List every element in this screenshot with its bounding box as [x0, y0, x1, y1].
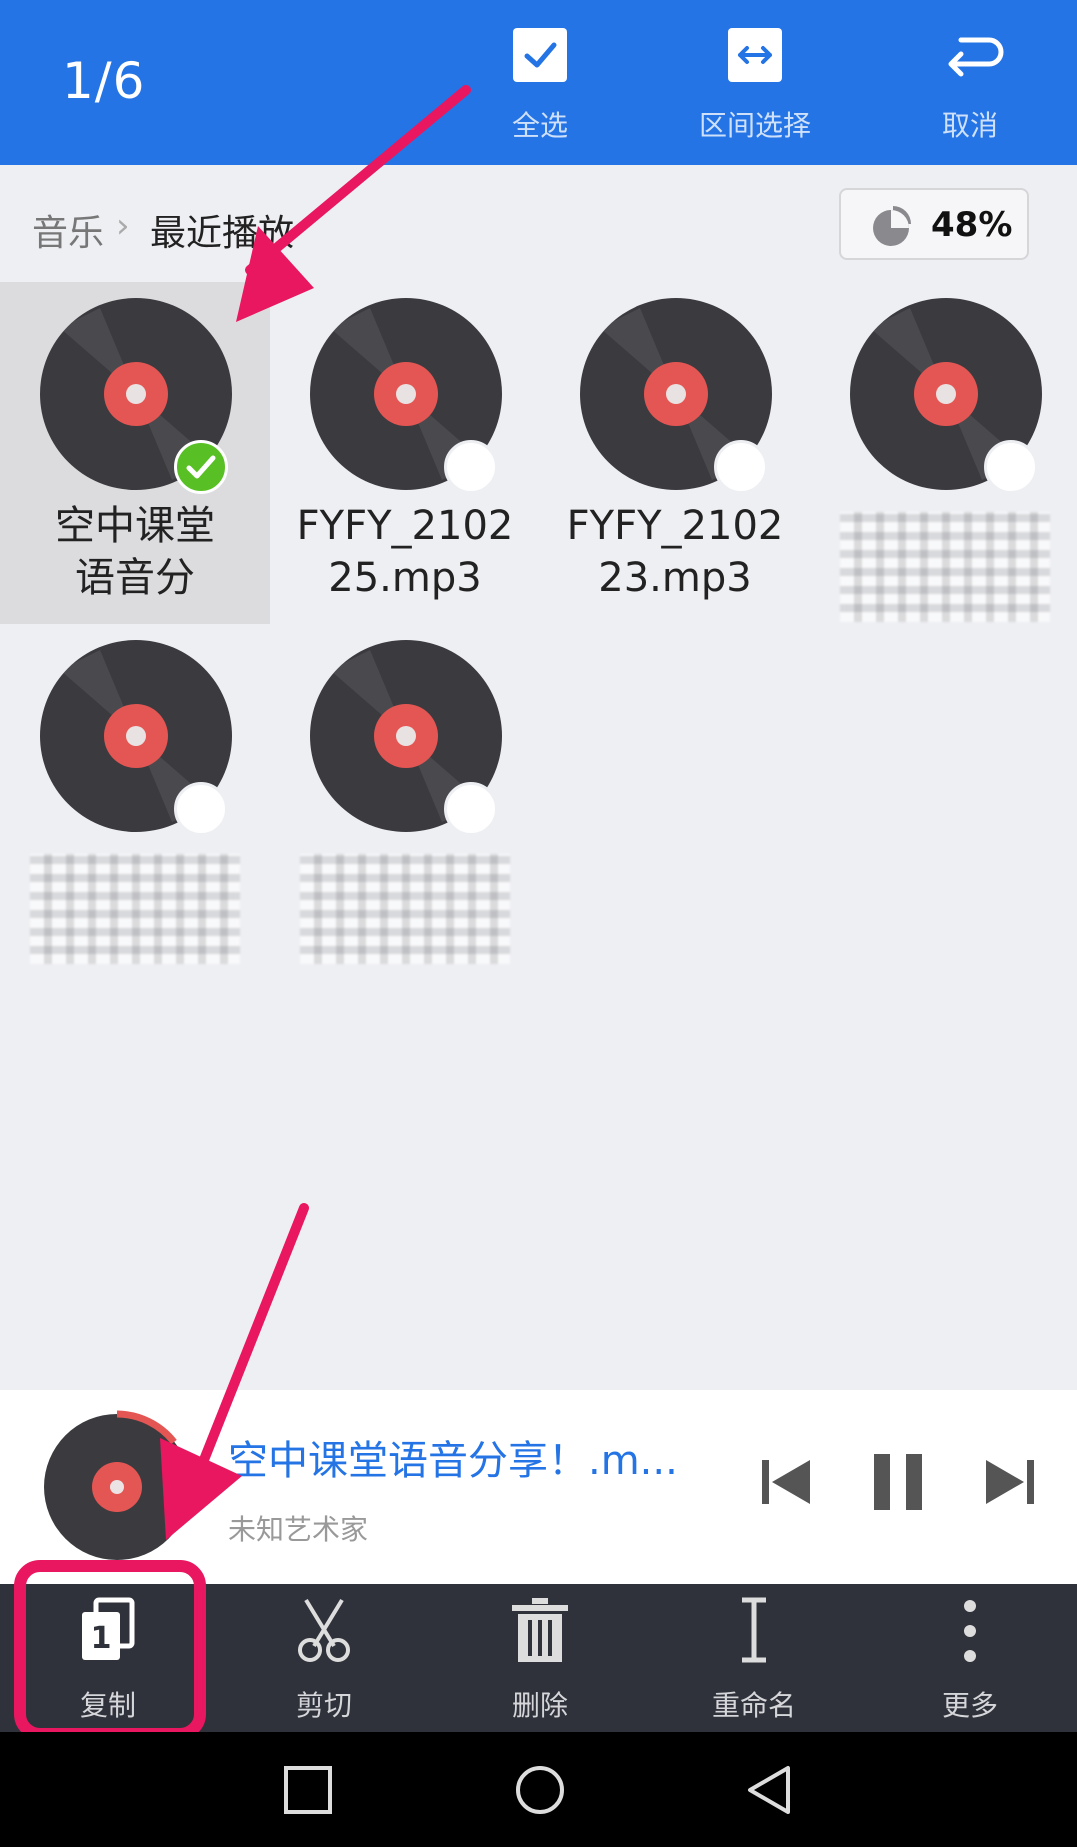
undo-arrow-icon — [943, 28, 1004, 82]
selection-counter: 1/6 — [62, 52, 146, 110]
file-item[interactable] — [810, 282, 1077, 624]
pixelated-file-name — [840, 512, 1050, 622]
now-playing-title: 空中课堂语音分享！.m... — [228, 1438, 678, 1484]
pixelated-file-name — [300, 854, 510, 964]
unchecked-circle-icon[interactable] — [444, 782, 498, 836]
range-select-label: 区间选择 — [698, 109, 811, 142]
cut-label: 剪切 — [295, 1689, 352, 1722]
unchecked-circle-icon[interactable] — [984, 440, 1038, 494]
more-label: 更多 — [941, 1689, 998, 1722]
checked-icon[interactable] — [174, 440, 228, 494]
unchecked-circle-icon[interactable] — [714, 440, 768, 494]
unchecked-circle-icon[interactable] — [444, 440, 498, 494]
trash-icon — [512, 1598, 568, 1662]
recent-apps-icon[interactable] — [276, 1758, 340, 1822]
cut-button[interactable]: 剪切 — [224, 1584, 424, 1732]
breadcrumb-current: 最近播放 — [150, 213, 295, 254]
file-name: FYFY_2102 25.mp3 — [296, 503, 514, 601]
pie-chart-icon — [873, 206, 911, 246]
text-cursor-icon — [742, 1597, 766, 1663]
system-nav-bar — [0, 1732, 1077, 1847]
select-all-label: 全选 — [511, 109, 568, 142]
file-item[interactable]: 空中课堂 语音分 — [0, 282, 270, 624]
next-track-icon[interactable] — [980, 1452, 1040, 1512]
file-name: 空中课堂 语音分 — [55, 503, 215, 601]
rename-button[interactable]: 重命名 — [654, 1584, 854, 1732]
delete-button[interactable]: 删除 — [440, 1584, 640, 1732]
range-arrows-icon — [728, 28, 782, 82]
annotation-highlight-box — [14, 1560, 206, 1740]
select-all-button[interactable]: 全选 — [455, 0, 625, 165]
storage-usage-badge[interactable]: 48% — [839, 188, 1029, 260]
file-item[interactable] — [0, 624, 270, 966]
pause-icon[interactable] — [868, 1452, 928, 1512]
playback-progress-ring — [116, 1410, 177, 1445]
rename-label: 重命名 — [711, 1689, 796, 1722]
more-button[interactable]: 更多 — [870, 1584, 1070, 1732]
cancel-label: 取消 — [941, 109, 998, 142]
file-item[interactable]: FYFY_2102 23.mp3 — [540, 282, 810, 624]
breadcrumb-root[interactable]: 音乐 — [32, 204, 104, 256]
delete-label: 删除 — [511, 1689, 568, 1722]
now-playing-artist: 未知艺术家 — [228, 1513, 369, 1546]
now-playing-bar[interactable]: 空中课堂语音分享！.m... 未知艺术家 — [0, 1390, 1077, 1584]
back-icon[interactable] — [736, 1758, 800, 1822]
range-select-button[interactable]: 区间选择 — [670, 0, 840, 165]
file-name: FYFY_2102 23.mp3 — [566, 503, 784, 601]
top-bar: 1/6 全选 区间选择 取消 — [0, 0, 1077, 165]
pixelated-file-name — [30, 854, 240, 964]
file-item[interactable] — [270, 624, 540, 966]
file-item[interactable]: FYFY_2102 25.mp3 — [270, 282, 540, 624]
chevron-right-icon: › — [116, 206, 130, 246]
scissors-icon — [298, 1598, 350, 1662]
previous-track-icon[interactable] — [756, 1452, 816, 1512]
unchecked-circle-icon[interactable] — [174, 782, 228, 836]
cancel-button[interactable]: 取消 — [885, 0, 1055, 165]
storage-percent: 48% — [931, 205, 1013, 245]
home-icon[interactable] — [508, 1758, 572, 1822]
checkbox-icon — [513, 28, 567, 82]
more-vertical-icon — [964, 1600, 976, 1662]
